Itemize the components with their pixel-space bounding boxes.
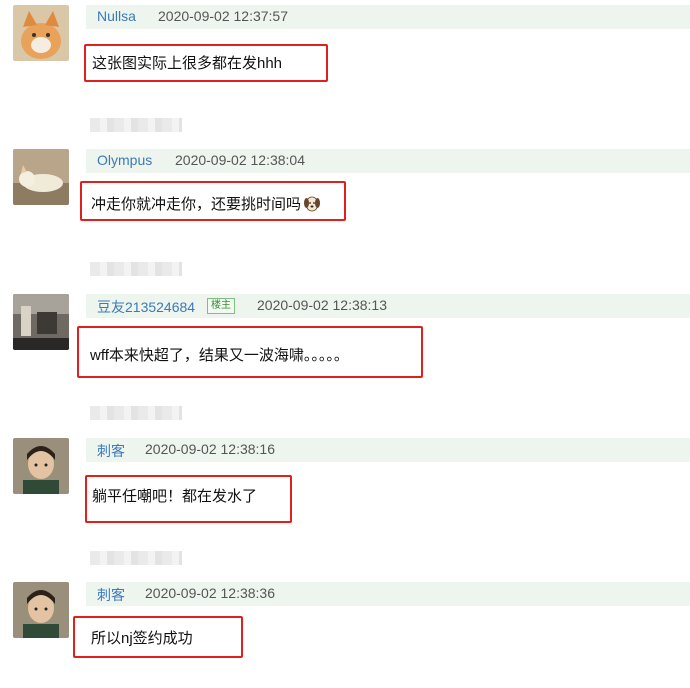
avatar[interactable] (13, 294, 69, 350)
comment-text: 这张图实际上很多都在发hhh (92, 55, 283, 72)
cat-lying-avatar-icon (13, 149, 69, 205)
comment-time: 2020-09-02 12:38:13 (257, 297, 387, 313)
avatar[interactable] (13, 582, 69, 638)
comment-header: 豆友213524684 楼主 2020-09-02 12:38:13 (86, 294, 690, 318)
avatar[interactable] (13, 149, 69, 205)
comment-header: Olympus 2020-09-02 12:38:04 (86, 149, 690, 173)
comment-text: 冲走你就冲走你，还要挑时间吗 (91, 193, 321, 214)
blurred-text (90, 551, 182, 565)
username-link[interactable]: Olympus (97, 152, 152, 168)
person-avatar-icon (13, 438, 69, 494)
username-link[interactable]: 刺客 (97, 441, 125, 461)
comment-time: 2020-09-02 12:38:36 (145, 585, 275, 601)
comment-text: 所以nj签约成功 (91, 630, 193, 647)
person-avatar-icon (13, 582, 69, 638)
comment-text: 躺平任嘲吧！都在发水了 (92, 488, 258, 505)
username-link[interactable]: 刺客 (97, 585, 125, 605)
puppy-face-icon (304, 196, 321, 212)
username-link[interactable]: 豆友213524684 (97, 297, 195, 317)
comment-time: 2020-09-02 12:38:16 (145, 441, 275, 457)
username-link[interactable]: Nullsa (97, 8, 136, 24)
comment-time: 2020-09-02 12:38:04 (175, 152, 305, 168)
photo-avatar-icon (13, 294, 69, 350)
blurred-text (90, 406, 182, 420)
blurred-text (90, 118, 182, 132)
comment-header: 刺客 2020-09-02 12:38:16 (86, 438, 690, 462)
avatar[interactable] (13, 5, 69, 61)
blurred-text (90, 262, 182, 276)
comment-text: wff本来快超了，结果又一波海啸。。。。。 (90, 347, 349, 364)
avatar[interactable] (13, 438, 69, 494)
comment-text-content: 冲走你就冲走你，还要挑时间吗 (91, 196, 302, 213)
comment-header: 刺客 2020-09-02 12:38:36 (86, 582, 690, 606)
op-badge: 楼主 (207, 298, 235, 314)
comment-time: 2020-09-02 12:37:57 (158, 8, 288, 24)
cat-avatar-icon (13, 5, 69, 61)
comment-header: Nullsa 2020-09-02 12:37:57 (86, 5, 690, 29)
